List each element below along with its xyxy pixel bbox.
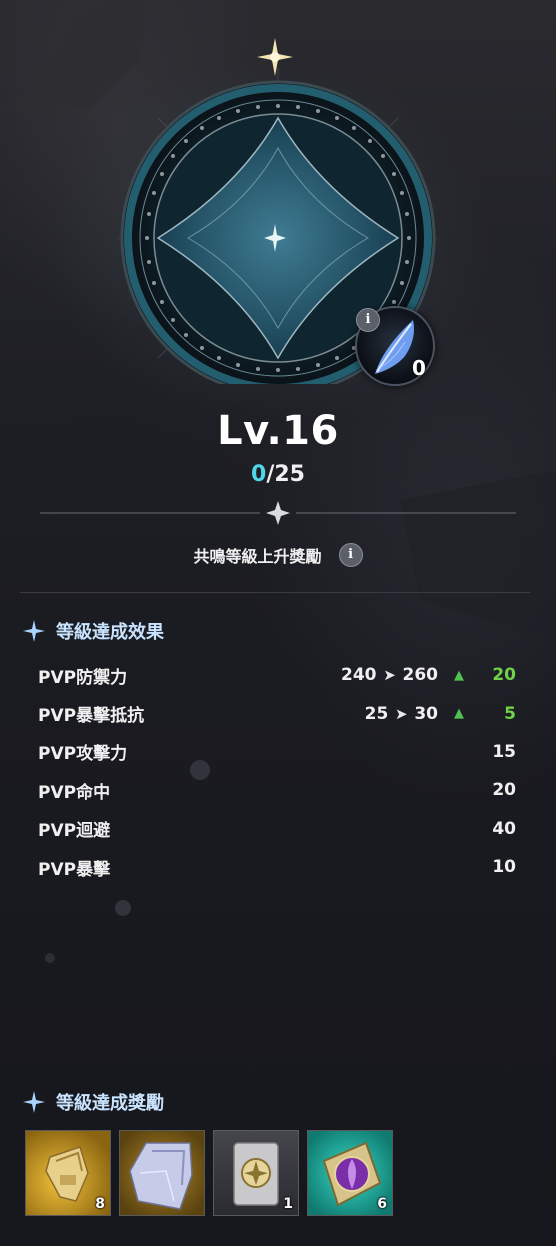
top-star-icon [257,38,293,76]
reward-count: 8 [95,1196,105,1212]
effect-from: 240 [341,665,377,686]
effect-value: 40 [492,818,516,839]
effects-list: PVP防禦力 240 ➤ 260 ▲ 20 PVP暴擊抵抗 25 ➤ 30 ▲ … [38,656,516,886]
effect-name: PVP攻擊力 [38,744,128,765]
arrow-right-icon: ➤ [383,666,396,685]
effect-to: 260 [402,665,439,686]
arrow-right-icon: ➤ [395,704,408,723]
effect-value: 15 [492,741,516,762]
reward-count: 1 [283,1196,293,1212]
effect-values: 25 ➤ 30 ▲ 5 [365,704,516,724]
feather-info-icon[interactable]: i [356,308,380,332]
reward-item[interactable]: 6 [307,1130,393,1216]
feather-count: 0 [412,356,426,380]
effect-value: 20 [492,780,516,801]
rewards-header: 等級達成獎勵 [22,1089,164,1115]
effect-value: 10 [492,857,516,878]
exp-current: 0 [251,462,267,487]
reward-count: 6 [377,1196,387,1212]
effect-row-pvp-accuracy: PVP命中 20 [38,771,516,809]
bonus-label: 共鳴等級上升獎勵 [193,547,322,566]
silver-cloak-icon [129,1142,193,1210]
effect-name: PVP迴避 [38,821,111,842]
increase-arrow-icon: ▲ [454,667,464,683]
effects-title: 等級達成效果 [56,622,164,643]
bonus-row: 共鳴等級上升獎勵 i [0,543,556,571]
rewards-list: 8 1 6 [25,1130,393,1216]
reward-item[interactable]: 1 [213,1130,299,1216]
reward-item[interactable]: 8 [25,1130,111,1216]
reward-item[interactable] [119,1130,205,1216]
sparkle-icon [23,1091,45,1113]
effect-row-pvp-defense: PVP防禦力 240 ➤ 260 ▲ 20 [38,656,516,694]
effect-row-pvp-crit: PVP暴擊 10 [38,848,516,886]
effect-row-pvp-attack: PVP攻擊力 15 [38,733,516,771]
effect-diff: 5 [504,703,516,724]
section-divider [20,592,530,593]
effect-name: PVP命中 [38,782,111,803]
effect-name: PVP暴擊抵抗 [38,706,145,727]
effects-header: 等級達成效果 [22,618,164,644]
effect-row-pvp-evasion: PVP迴避 40 [38,810,516,848]
exp-progress: 0/25 [0,462,556,487]
bonus-info-icon[interactable]: i [338,543,363,567]
effect-diff: 20 [492,665,516,686]
increase-arrow-icon: ▲ [454,706,464,722]
effect-name: PVP防禦力 [38,667,128,688]
effect-row-pvp-crit-resist: PVP暴擊抵抗 25 ➤ 30 ▲ 5 [38,694,516,732]
exp-max: 25 [274,462,305,487]
effect-from: 25 [364,703,389,724]
rewards-title: 等級達成獎勵 [56,1093,164,1114]
effect-name: PVP暴擊 [38,859,111,880]
effect-to: 30 [414,703,438,724]
effect-values: 240 ➤ 260 ▲ 20 [341,665,516,685]
sparkle-icon [23,620,45,642]
ornament-divider [40,501,516,525]
level-title: Lv.16 [217,408,339,454]
